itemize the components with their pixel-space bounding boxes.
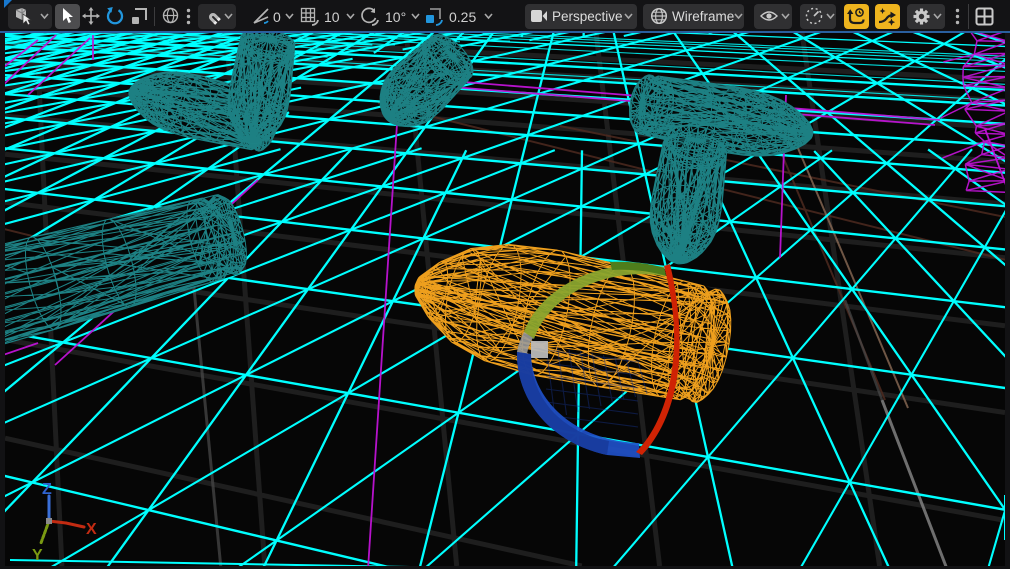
- svg-text:X: X: [86, 521, 97, 538]
- svg-text:Z: Z: [42, 481, 52, 498]
- svg-text:Y: Y: [32, 547, 43, 564]
